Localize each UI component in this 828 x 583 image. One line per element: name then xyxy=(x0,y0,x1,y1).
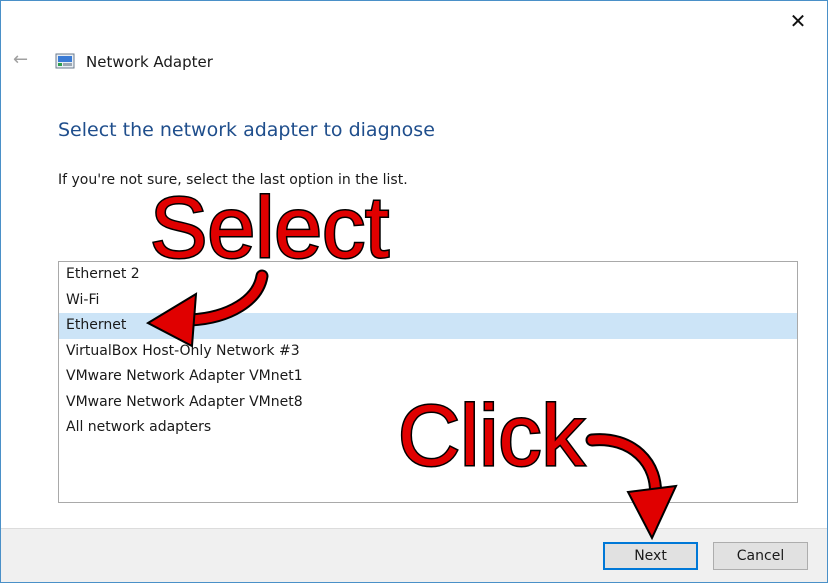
close-icon[interactable]: ✕ xyxy=(787,10,809,32)
select-annotation-label: Select xyxy=(148,179,390,278)
network-adapter-icon xyxy=(55,53,75,69)
adapter-list-item[interactable]: Ethernet xyxy=(59,313,797,339)
adapter-list-item[interactable]: VirtualBox Host-Only Network #3 xyxy=(59,339,797,365)
network-adapter-dialog: ✕ ← Network Adapter Select the network a… xyxy=(0,0,828,583)
window-title: Network Adapter xyxy=(86,53,213,71)
dialog-footer: Next Cancel xyxy=(1,528,827,582)
click-annotation-label: Click xyxy=(396,387,585,486)
adapter-list-item[interactable]: Wi-Fi xyxy=(59,288,797,314)
cancel-button[interactable]: Cancel xyxy=(713,542,808,570)
page-title: Select the network adapter to diagnose xyxy=(58,119,435,141)
next-button[interactable]: Next xyxy=(603,542,698,570)
adapter-list-item[interactable]: VMware Network Adapter VMnet1 xyxy=(59,364,797,390)
back-arrow-icon[interactable]: ← xyxy=(13,49,35,71)
